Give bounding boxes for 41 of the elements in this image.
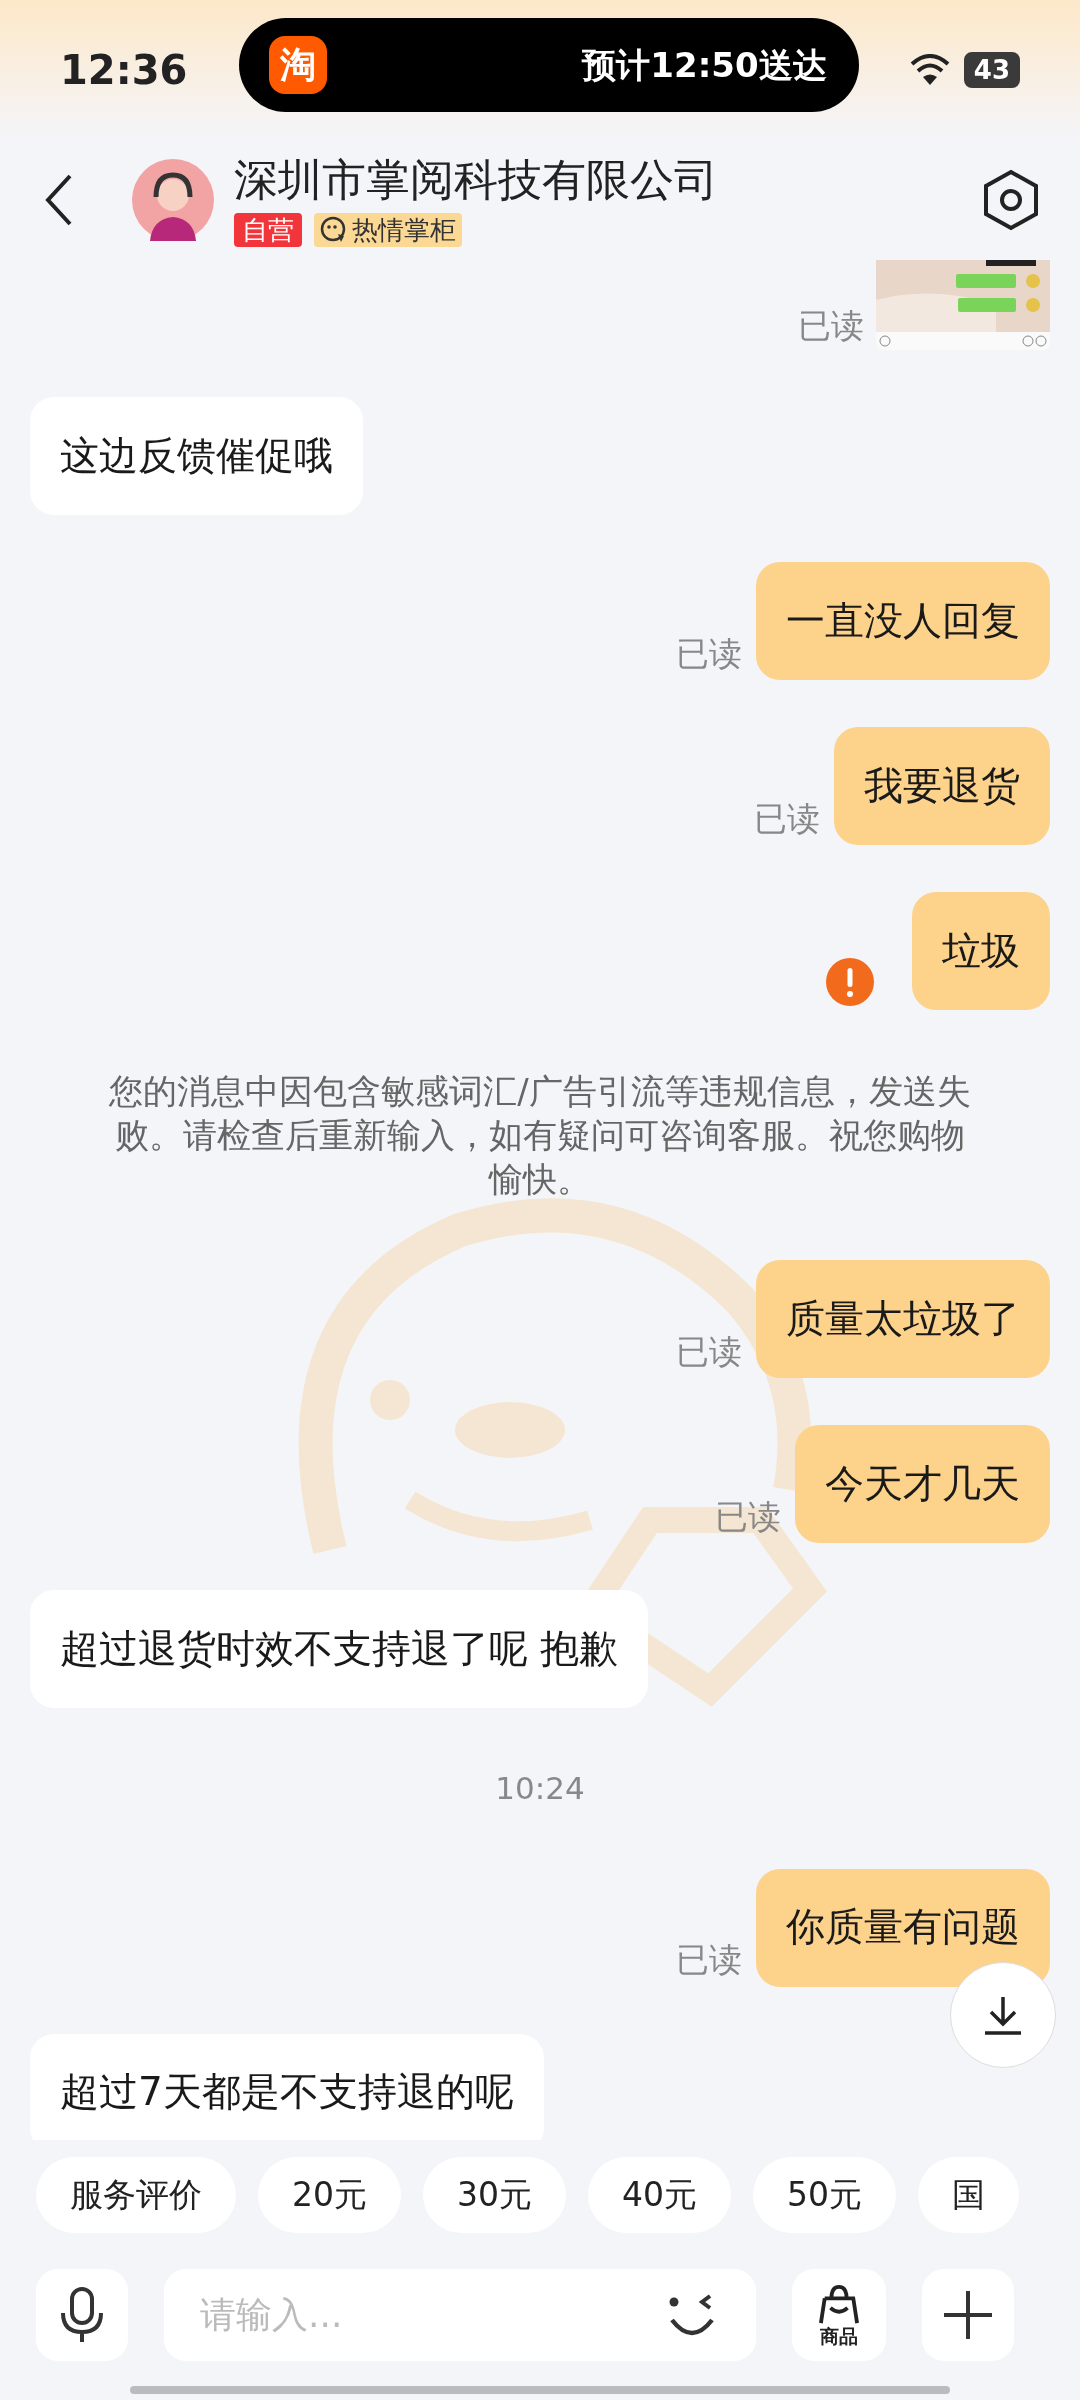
message-bubble: 垃圾	[912, 892, 1050, 1010]
quick-reply-chip[interactable]: 40元	[588, 2157, 731, 2233]
app-logo: 淘	[268, 36, 327, 94]
read-receipt: 已读	[676, 1939, 742, 1981]
shopping-bag-icon	[819, 2284, 859, 2326]
microphone-icon	[58, 2286, 106, 2344]
smiley-icon	[320, 216, 348, 244]
plus-icon	[942, 2289, 994, 2341]
product-button[interactable]: 商品	[792, 2269, 886, 2361]
message-bubble: 今天才几天	[795, 1425, 1050, 1543]
message-bubble: 我要退货	[834, 727, 1050, 845]
add-button[interactable]	[922, 2269, 1014, 2361]
read-receipt: 已读	[715, 1495, 781, 1538]
quick-reply-chip[interactable]: 服务评价	[36, 2157, 236, 2233]
self-operated-badge: 自营	[234, 213, 302, 247]
error-icon[interactable]	[826, 958, 874, 1006]
message-bubble: 一直没人回复	[756, 562, 1050, 680]
read-receipt: 已读	[798, 304, 864, 347]
message-bubble: 这边反馈催促哦	[30, 397, 363, 515]
quick-reply-chip[interactable]: 20元	[258, 2157, 401, 2233]
battery-indicator: 43	[963, 52, 1020, 88]
wifi-icon	[909, 54, 950, 86]
message-bubble: 你质量有问题	[756, 1868, 1050, 1987]
read-receipt: 已读	[676, 1330, 742, 1373]
voice-button[interactable]	[36, 2269, 128, 2361]
quick-reply-chip[interactable]: 国	[918, 2157, 1019, 2233]
system-notice: 您的消息中因包含敏感词汇/广告引流等违规信息，发送失败。请检查后重新输入，如有疑问可咨询客服。祝您购物愉快。	[108, 1070, 972, 1201]
delivery-eta: 预计12:50送达	[582, 43, 827, 87]
message-bubble: 质量太垃圾了	[756, 1260, 1050, 1378]
quick-reply-chip[interactable]: 50元	[753, 2157, 896, 2233]
avatar-icon	[132, 159, 214, 241]
settings-icon[interactable]	[982, 169, 1040, 231]
quick-reply-chip[interactable]: 30元	[423, 2157, 566, 2233]
message-bubble: 超过7天都是不支持退的呢	[30, 2033, 544, 2140]
shop-title: 深圳市掌阅科技有限公司	[234, 153, 718, 207]
message-bubble: 超过退货时效不支持退了呢 抱歉	[30, 1590, 649, 1708]
timestamp: 10:24	[495, 1769, 585, 1808]
read-receipt: 已读	[754, 797, 820, 840]
read-receipt: 已读	[676, 632, 742, 675]
status-time: 12:36	[60, 46, 188, 95]
shopkeeper-badge: 热情掌柜	[314, 213, 462, 247]
